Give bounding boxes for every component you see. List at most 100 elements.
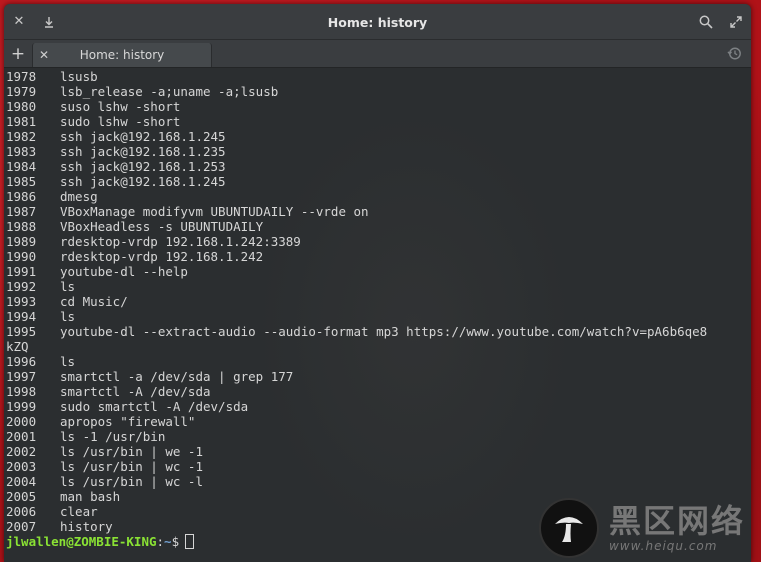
history-command: apropos "firewall": [60, 414, 196, 429]
history-number: 1992: [6, 279, 37, 294]
history-command: lsb_release -a;uname -a;lsusb: [60, 84, 279, 99]
history-command: rdesktop-vrdp 192.168.1.242: [60, 249, 264, 264]
history-command: youtube-dl --extract-audio --audio-forma…: [60, 324, 708, 339]
history-number: 1990: [6, 249, 37, 264]
history-number: 1979: [6, 84, 37, 99]
maximize-button[interactable]: [721, 4, 751, 40]
history-command: ssh jack@192.168.1.235: [60, 144, 226, 159]
history-command: smartctl -a /dev/sda | grep 177: [60, 369, 294, 384]
history-number: 1996: [6, 354, 37, 369]
history-line: 1985 ssh jack@192.168.1.245: [6, 174, 747, 189]
history-command: ls: [60, 354, 76, 369]
history-line: 1993 cd Music/: [6, 294, 747, 309]
history-number: 1984: [6, 159, 37, 174]
history-line: 1991 youtube-dl --help: [6, 264, 747, 279]
history-number: 1994: [6, 309, 37, 324]
history-command: ls: [60, 279, 76, 294]
history-line: 1978 lsusb: [6, 69, 747, 84]
history-line: 1989 rdesktop-vrdp 192.168.1.242:3389: [6, 234, 747, 249]
terminal-output[interactable]: 1978 lsusb 1979 lsb_release -a;uname -a;lsu…: [4, 68, 751, 562]
history-line: 1996 ls: [6, 354, 747, 369]
history-line: 2007 history: [6, 519, 747, 534]
history-line: 2002 ls /usr/bin | we -1: [6, 444, 747, 459]
search-icon: [699, 15, 713, 29]
history-line: 1980 suso lshw -short: [6, 99, 747, 114]
window-title: Home: history: [327, 14, 428, 30]
history-line: 2000 apropos "firewall": [6, 414, 747, 429]
prompt-symbol: $: [171, 534, 180, 549]
history-command: sudo lshw -short: [60, 114, 181, 129]
restore-tab-button[interactable]: [717, 40, 751, 67]
history-line: 1984 ssh jack@192.168.1.253: [6, 159, 747, 174]
close-button[interactable]: ✕: [4, 4, 34, 40]
tab-home-history[interactable]: ✕ Home: history: [32, 43, 212, 67]
history-command: man bash: [60, 489, 121, 504]
history-number: 1995: [6, 324, 37, 339]
history-line: 1995 youtube-dl --extract-audio --audio-f…: [6, 324, 747, 339]
history-number: 1988: [6, 219, 37, 234]
history-number: 1987: [6, 204, 37, 219]
history-line: 2004 ls /usr/bin | wc -l: [6, 474, 747, 489]
history-line: 1979 lsb_release -a;uname -a;lsusb: [6, 84, 747, 99]
history-command: ssh jack@192.168.1.245: [60, 174, 226, 189]
shell-prompt[interactable]: jlwallen@ZOMBIE-KING: ~ $: [6, 534, 747, 549]
history-number: 1989: [6, 234, 37, 249]
history-line: 2005 man bash: [6, 489, 747, 504]
terminal-window: ✕ Home: history + ✕ Home: history 1978 l…: [4, 4, 751, 562]
history-line: 1990 rdesktop-vrdp 192.168.1.242: [6, 249, 747, 264]
history-number: 1997: [6, 369, 37, 384]
history-command: smartctl -A /dev/sda: [60, 384, 211, 399]
history-command: ssh jack@192.168.1.253: [60, 159, 226, 174]
history-command: ls /usr/bin | we -1: [60, 444, 203, 459]
text-cursor: [185, 534, 195, 549]
history-number: 2001: [6, 429, 37, 444]
history-line: 1986 dmesg: [6, 189, 747, 204]
history-command: VBoxManage modifyvm UBUNTUDAILY --vrde o…: [60, 204, 369, 219]
history-command: dmesg: [60, 189, 98, 204]
history-command: ls: [60, 309, 76, 324]
history-command-wrap: kZQ: [6, 339, 29, 354]
tab-close-icon[interactable]: ✕: [33, 48, 55, 62]
history-line: 1994 ls: [6, 309, 747, 324]
history-line: 1988 VBoxHeadless -s UBUNTUDAILY: [6, 219, 747, 234]
history-number: 1983: [6, 144, 37, 159]
history-command: rdesktop-vrdp 192.168.1.242:3389: [60, 234, 301, 249]
history-command: lsusb: [60, 69, 98, 84]
history-line: 2001 ls -1 /usr/bin: [6, 429, 747, 444]
history-line: 1998 smartctl -A /dev/sda: [6, 384, 747, 399]
search-button[interactable]: [691, 4, 721, 40]
history-number: 1998: [6, 384, 37, 399]
history-command: cd Music/: [60, 294, 128, 309]
history-number: 1993: [6, 294, 37, 309]
history-number: 2004: [6, 474, 37, 489]
history-number: 1982: [6, 129, 37, 144]
history-command: history: [60, 519, 113, 534]
history-line: 1983 ssh jack@192.168.1.235: [6, 144, 747, 159]
download-button[interactable]: [34, 4, 64, 40]
history-line: 1999 sudo smartctl -A /dev/sda: [6, 399, 747, 414]
history-line: 1992 ls: [6, 279, 747, 294]
history-command: ssh jack@192.168.1.245: [60, 129, 226, 144]
history-line: 1997 smartctl -a /dev/sda | grep 177: [6, 369, 747, 384]
history-number: 2003: [6, 459, 37, 474]
history-line: 1987 VBoxManage modifyvm UBUNTUDAILY --vr…: [6, 204, 747, 219]
history-number: 2002: [6, 444, 37, 459]
history-number: 2000: [6, 414, 37, 429]
history-number: 2005: [6, 489, 37, 504]
history-command: youtube-dl --help: [60, 264, 188, 279]
history-command: ls /usr/bin | wc -1: [60, 459, 203, 474]
history-command: clear: [60, 504, 98, 519]
prompt-user-host: jlwallen@ZOMBIE-KING: [6, 534, 157, 549]
new-tab-button[interactable]: +: [4, 40, 32, 67]
prompt-path: ~: [164, 534, 172, 549]
history-line: 2006 clear: [6, 504, 747, 519]
history-number: 1981: [6, 114, 37, 129]
tab-bar: + ✕ Home: history: [4, 40, 751, 68]
history-command: ls /usr/bin | wc -l: [60, 474, 203, 489]
download-icon: [45, 16, 53, 28]
history-command: sudo smartctl -A /dev/sda: [60, 399, 249, 414]
history-command: VBoxHeadless -s UBUNTUDAILY: [60, 219, 264, 234]
history-number: 1985: [6, 174, 37, 189]
close-icon: ✕: [13, 14, 25, 29]
history-number: 2007: [6, 519, 37, 534]
